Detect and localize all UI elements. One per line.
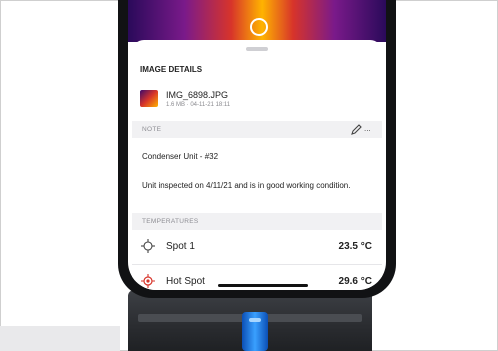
temperature-label: Spot 1 [166,241,195,252]
note-section-label: NOTE [142,126,162,133]
note-section-header: NOTE ... [132,121,382,138]
sheet-grab-handle[interactable] [246,47,268,51]
temperatures-section-label: TEMPERATURES [142,218,199,225]
temperature-label: Hot Spot [166,276,205,287]
file-meta: 1.6 MB · 04-11-21 18:11 [166,102,231,108]
target-reticle-icon [250,18,268,36]
pencil-icon[interactable] [350,123,363,136]
button-highlight [249,318,261,322]
note-title: Condenser Unit - #32 [142,152,219,161]
thermal-image-preview[interactable] [128,0,386,42]
temperatures-section-header: TEMPERATURES [132,213,382,230]
background-shade [0,326,120,351]
camera-power-button[interactable] [242,312,268,351]
temperature-value: 29.6 °C [338,276,372,287]
more-icon[interactable]: ... [364,124,371,133]
note-body: Unit inspected on 4/11/21 and is in good… [142,181,351,190]
hot-spot-icon [140,273,156,289]
image-details-sheet: IMAGE DETAILS IMG_6898.JPG 1.6 MB · 04-1… [132,40,382,290]
section-title: IMAGE DETAILS [140,65,203,74]
home-indicator[interactable] [218,284,308,287]
temperature-value: 23.5 °C [338,241,372,252]
row-divider [132,264,382,265]
crosshair-icon [140,238,156,254]
phone-screen: IMAGE DETAILS IMG_6898.JPG 1.6 MB · 04-1… [128,0,386,290]
temperature-row-spot-1[interactable]: Spot 1 23.5 °C [132,233,382,261]
file-name: IMG_6898.JPG [166,90,229,100]
file-thumbnail[interactable] [140,90,158,107]
